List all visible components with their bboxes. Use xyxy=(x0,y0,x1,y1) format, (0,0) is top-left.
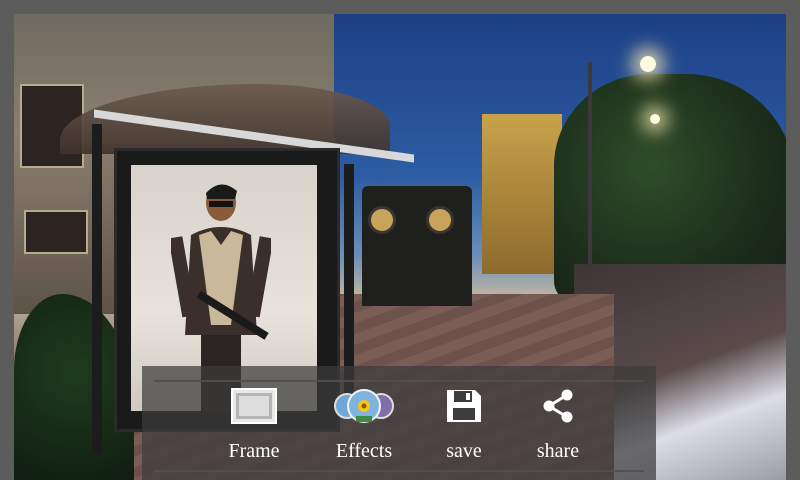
effects-button[interactable]: Effects xyxy=(314,384,414,476)
frame-icon xyxy=(231,388,277,429)
save-button[interactable]: save xyxy=(414,384,514,476)
toolbar-divider xyxy=(154,380,644,382)
effects-icon xyxy=(333,388,395,429)
save-icon xyxy=(445,388,483,429)
bottom-toolbar: Frame Effects save share xyxy=(142,366,656,480)
frame-label: Frame xyxy=(228,440,280,462)
share-button[interactable]: share xyxy=(508,384,608,476)
background-tower xyxy=(482,114,562,274)
effects-label: Effects xyxy=(335,440,393,462)
lamp-glow xyxy=(640,56,656,72)
save-label: save xyxy=(446,440,482,462)
share-icon xyxy=(540,388,576,429)
shelter-pole xyxy=(92,124,102,454)
street-lamp xyxy=(588,62,592,292)
share-label: share xyxy=(536,440,580,462)
lamp-glow xyxy=(650,114,660,124)
train xyxy=(362,186,472,306)
frame-button[interactable]: Frame xyxy=(204,384,304,476)
